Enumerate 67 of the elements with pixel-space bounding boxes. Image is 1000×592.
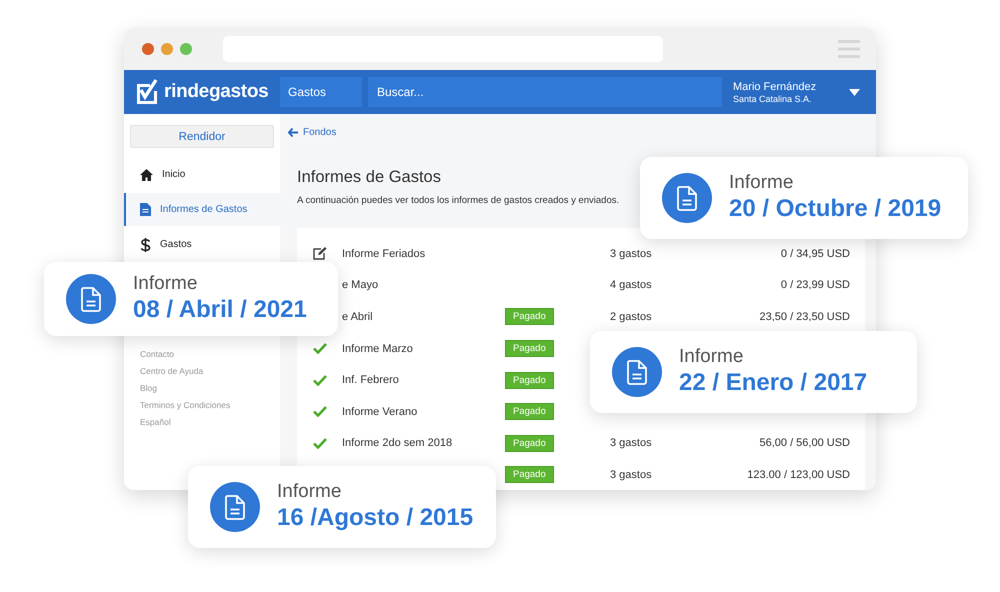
amount-text: 23,50 / 23,50 USD bbox=[759, 310, 850, 323]
card-date: 16 /Agosto / 2015 bbox=[277, 503, 474, 533]
report-name[interactable]: Informe Marzo bbox=[342, 342, 413, 355]
expense-count: 4 gastos bbox=[610, 279, 652, 292]
menu-icon[interactable] bbox=[838, 40, 860, 58]
card-label: Informe bbox=[679, 346, 744, 368]
status-badge: Pagado bbox=[505, 403, 554, 420]
check-icon bbox=[313, 438, 327, 449]
expense-count: 3 gastos bbox=[610, 437, 652, 450]
card-date: 08 / Abril / 2021 bbox=[133, 295, 307, 325]
expense-count: 3 gastos bbox=[610, 248, 652, 260]
report-name[interactable]: Informe Verano bbox=[342, 406, 418, 418]
breadcrumb-link[interactable]: Fondos bbox=[303, 126, 336, 138]
document-icon bbox=[210, 482, 260, 532]
company-name: Santa Catalina S.A. bbox=[733, 94, 813, 104]
card-label: Informe bbox=[277, 481, 342, 503]
document-icon bbox=[66, 274, 116, 324]
status-badge: Pagado bbox=[505, 434, 554, 452]
report-name[interactable]: e Mayo bbox=[342, 279, 378, 292]
report-name[interactable]: Informe Feriados bbox=[342, 248, 426, 260]
amount-text: 0 / 34,95 USD bbox=[780, 248, 850, 260]
status-badge: Pagado bbox=[505, 372, 554, 389]
close-dot[interactable] bbox=[142, 43, 154, 55]
card-date: 20 / Octubre / 2019 bbox=[729, 194, 942, 224]
report-name[interactable]: e Abril bbox=[342, 310, 373, 323]
expense-count: 2 gastos bbox=[610, 310, 652, 323]
check-icon bbox=[313, 406, 327, 418]
caret-icon[interactable] bbox=[849, 88, 860, 96]
page-subtitle: A continuación puedes ver todos los informes de gastos creados y enviados. bbox=[297, 195, 620, 206]
status-badge: Pagado bbox=[505, 466, 554, 484]
maximize-dot[interactable] bbox=[180, 43, 192, 55]
edit-icon bbox=[313, 247, 327, 260]
footer-link[interactable]: Contacto bbox=[140, 348, 280, 360]
amount-text: 123.00 / 123,00 USD bbox=[747, 468, 850, 481]
card-label: Informe bbox=[133, 273, 198, 295]
card-date: 22 / Enero / 2017 bbox=[679, 368, 868, 398]
footer-link[interactable]: Terminos y Condiciones bbox=[140, 399, 280, 411]
amount-text: 0 / 23,99 USD bbox=[780, 279, 850, 292]
section-selector[interactable]: Gastos bbox=[280, 77, 362, 107]
status-badge: Pagado bbox=[505, 308, 554, 326]
check-icon bbox=[313, 374, 327, 386]
home-icon bbox=[140, 168, 153, 180]
report-name[interactable]: Informe 2do sem 2018 bbox=[342, 437, 452, 450]
checkmark-logo-icon bbox=[136, 79, 158, 105]
report-name[interactable]: Inf. Febrero bbox=[342, 374, 399, 386]
amount-text: 56,00 / 56,00 USD bbox=[759, 437, 850, 450]
role-button[interactable]: Rendidor bbox=[130, 125, 274, 148]
status-badge: Pagado bbox=[505, 340, 554, 358]
expense-count: 3 gastos bbox=[610, 468, 652, 481]
document-icon bbox=[662, 173, 712, 223]
dollar-icon bbox=[140, 238, 151, 252]
search-field[interactable]: Buscar... bbox=[368, 77, 722, 107]
footer-link[interactable]: Blog bbox=[140, 382, 280, 394]
logo-text: rindegastos bbox=[164, 81, 268, 103]
sidebar-item[interactable]: Inicio bbox=[124, 158, 280, 191]
footer-link[interactable]: Español bbox=[140, 416, 280, 428]
back-arrow-icon[interactable] bbox=[288, 128, 298, 136]
document-icon bbox=[612, 347, 662, 397]
document-icon bbox=[140, 203, 151, 216]
user-name[interactable]: Mario Fernández bbox=[733, 80, 816, 92]
sidebar-item[interactable]: Gastos bbox=[124, 228, 280, 261]
sidebar-item[interactable]: Informes de Gastos bbox=[124, 193, 280, 226]
minimize-dot[interactable] bbox=[161, 43, 173, 55]
card-label: Informe bbox=[729, 172, 794, 194]
check-icon bbox=[313, 343, 327, 354]
footer-link[interactable]: Centro de Ayuda bbox=[140, 365, 280, 377]
page-title: Informes de Gastos bbox=[297, 168, 441, 187]
